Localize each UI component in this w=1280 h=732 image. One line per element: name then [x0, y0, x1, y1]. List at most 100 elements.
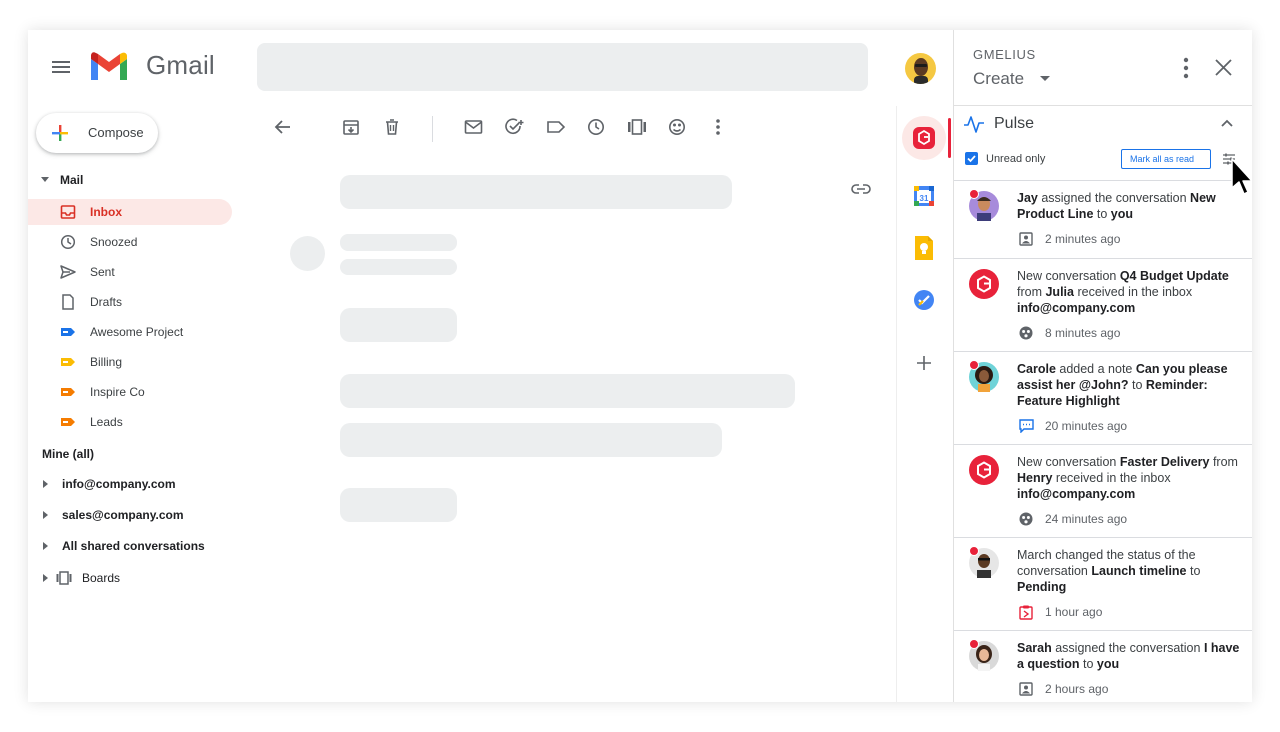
mouse-cursor-icon — [1231, 158, 1252, 195]
mark-unread-icon[interactable] — [464, 118, 483, 136]
caret-down-icon — [1040, 76, 1050, 81]
sender-email-placeholder — [340, 259, 457, 275]
sidebar-item-leads[interactable]: Leads — [28, 409, 232, 435]
notification-time: 24 minutes ago — [1045, 512, 1128, 526]
gmelius-palette-icon[interactable] — [668, 118, 686, 136]
sidebar-item-inspire-co[interactable]: Inspire Co — [28, 379, 232, 405]
gmail-logo-icon[interactable] — [88, 50, 130, 82]
checkmark-icon — [967, 155, 976, 163]
sidebar-item-label: Inbox — [90, 205, 122, 219]
sidebar-item-inbox[interactable]: Inbox — [28, 199, 232, 225]
collapse-chevron-icon[interactable] — [1221, 119, 1233, 127]
assign-icon — [1019, 232, 1033, 246]
search-bar[interactable] — [257, 43, 868, 91]
inbox-icon — [60, 205, 76, 219]
main-menu-icon[interactable] — [50, 58, 72, 76]
sidebar-item-label: Leads — [90, 415, 123, 429]
pulse-notification[interactable]: Carole added a note Can you please assis… — [954, 351, 1252, 444]
create-label: Create — [973, 69, 1025, 88]
close-icon[interactable] — [1215, 59, 1232, 76]
active-addon-indicator — [948, 118, 951, 158]
sidebar-item-sent[interactable]: Sent — [28, 259, 232, 285]
account-label: info@company.com — [62, 477, 176, 491]
notification-text: New conversation Q4 Budget Update from J… — [1017, 269, 1229, 315]
sidebar-item-snoozed[interactable]: Snoozed — [28, 229, 232, 255]
mail-section-toggle[interactable]: Mail — [38, 172, 198, 188]
sidebar-item-label: Drafts — [90, 295, 123, 309]
sidebar-item-label: Inspire Co — [90, 385, 145, 399]
notification-time: 1 hour ago — [1045, 605, 1103, 619]
account-info[interactable]: info@company.com — [40, 476, 230, 492]
snooze-icon[interactable] — [587, 118, 605, 136]
notification-text: Jay assigned the conversation New Produc… — [1017, 191, 1216, 221]
create-dropdown[interactable]: Create — [973, 68, 1063, 90]
unread-dot — [969, 546, 979, 556]
note-icon — [1019, 419, 1034, 433]
notification-text: Carole added a note Can you please assis… — [1017, 362, 1228, 408]
mark-all-read-label: Mark all as read — [1130, 154, 1195, 164]
label-outline-icon[interactable] — [546, 118, 566, 136]
sidebar-item-drafts[interactable]: Drafts — [28, 289, 232, 315]
status-icon — [1019, 605, 1033, 620]
sidebar-item-billing[interactable]: Billing — [28, 349, 232, 375]
unread-dot — [969, 639, 979, 649]
unread-only-checkbox[interactable] — [965, 152, 978, 165]
caret-right-icon — [43, 480, 48, 488]
compose-button[interactable]: Compose — [36, 113, 158, 153]
pulse-icon — [964, 116, 984, 133]
board-icon[interactable] — [627, 118, 647, 136]
all-shared-conversations[interactable]: All shared conversations — [40, 538, 230, 554]
panel-header-divider — [954, 105, 1252, 106]
body-placeholder-2 — [340, 374, 795, 408]
account-label: All shared conversations — [62, 539, 205, 553]
delete-icon[interactable] — [383, 118, 401, 136]
more-vert-icon[interactable] — [1182, 57, 1190, 79]
notification-time: 20 minutes ago — [1045, 419, 1128, 433]
gmelius-addon-button[interactable] — [902, 116, 946, 160]
archive-icon[interactable] — [342, 118, 360, 136]
brand-label: GMELIUS — [973, 47, 1036, 62]
toolbar-divider — [432, 116, 433, 142]
account-avatar[interactable] — [905, 53, 936, 84]
more-vert-icon[interactable] — [714, 118, 722, 136]
body-placeholder-4 — [340, 488, 457, 522]
account-sales[interactable]: sales@company.com — [40, 507, 230, 523]
add-task-icon[interactable] — [505, 118, 525, 136]
sidebar-item-label: Snoozed — [90, 235, 138, 249]
pulse-notification[interactable]: March changed the status of the conversa… — [954, 537, 1252, 630]
compose-label: Compose — [88, 125, 144, 140]
mark-all-read-button[interactable]: Mark all as read — [1121, 149, 1211, 169]
calendar-icon[interactable]: 31 — [912, 184, 936, 208]
gmelius-logo-icon — [969, 455, 999, 485]
gmelius-logo-icon — [913, 127, 935, 149]
pulse-notification[interactable]: Jay assigned the conversation New Produc… — [954, 180, 1252, 258]
keep-icon[interactable] — [913, 236, 935, 260]
body-placeholder-3 — [340, 423, 722, 457]
tasks-icon[interactable] — [913, 289, 935, 311]
caret-right-icon — [43, 542, 48, 550]
shared-inbox-icon — [1019, 512, 1033, 526]
notification-text: New conversation Faster Delivery from He… — [1017, 455, 1238, 501]
compose-plus-icon — [51, 124, 69, 142]
add-addon-icon[interactable] — [917, 356, 931, 370]
boards-item[interactable]: Boards — [40, 570, 230, 586]
clock-icon — [60, 234, 76, 250]
sidebar-item-awesome-project[interactable]: Awesome Project — [28, 319, 232, 345]
pulse-notification[interactable]: New conversation Q4 Budget Update from J… — [954, 258, 1252, 351]
pulse-notification[interactable]: New conversation Faster Delivery from He… — [954, 444, 1252, 537]
link-icon[interactable] — [850, 182, 872, 196]
sender-name-placeholder — [340, 234, 457, 251]
notification-time: 2 hours ago — [1045, 682, 1109, 696]
draft-icon — [62, 294, 74, 310]
pulse-notification[interactable]: Sarah assigned the conversation I have a… — [954, 630, 1252, 702]
gmelius-panel: GMELIUS Create Pulse Unread only Mark al… — [953, 30, 1252, 702]
label-icon — [61, 328, 75, 336]
shared-inbox-icon — [1019, 326, 1033, 340]
notification-time: 8 minutes ago — [1045, 326, 1121, 340]
sidebar-item-label: Sent — [90, 265, 115, 279]
app-name: Gmail — [146, 50, 215, 80]
account-label: sales@company.com — [62, 508, 184, 522]
back-arrow-icon[interactable] — [274, 118, 292, 136]
caret-right-icon — [43, 511, 48, 519]
sidebar-item-label: Billing — [90, 355, 123, 369]
